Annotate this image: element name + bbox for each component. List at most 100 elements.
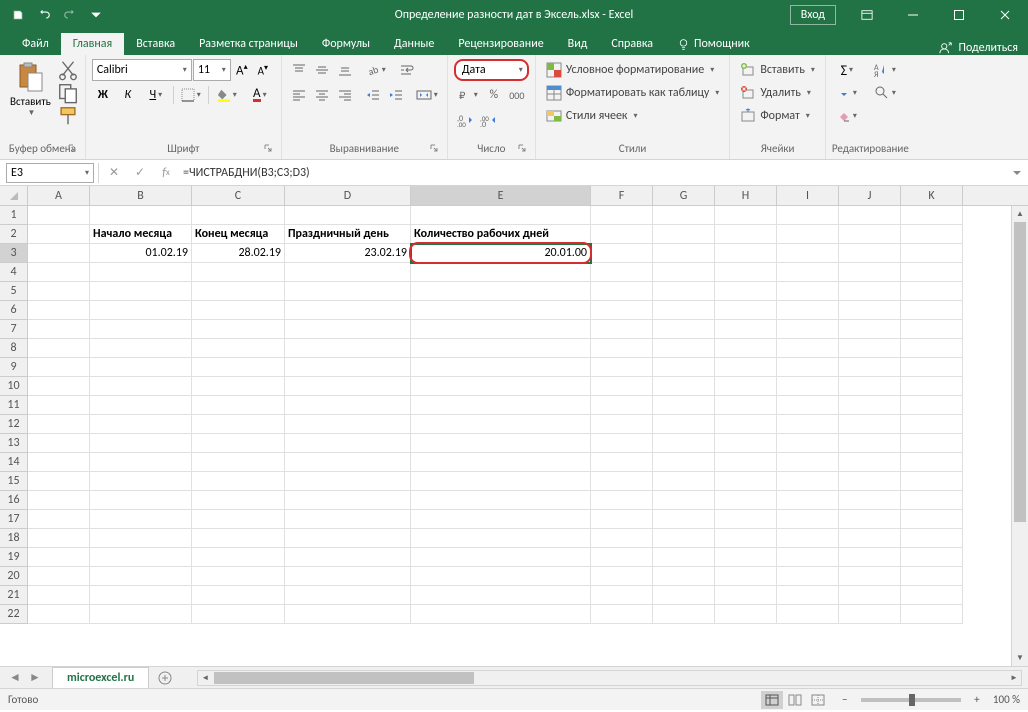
cell[interactable]	[192, 339, 285, 358]
dialog-launcher-icon[interactable]	[515, 141, 529, 155]
cell[interactable]	[591, 320, 653, 339]
row-header[interactable]: 11	[0, 396, 28, 415]
cell[interactable]	[715, 491, 777, 510]
cell[interactable]	[591, 244, 653, 263]
row-header[interactable]: 17	[0, 510, 28, 529]
orientation-icon[interactable]: ab▾	[362, 59, 390, 81]
cell[interactable]	[839, 358, 901, 377]
cell[interactable]	[777, 244, 839, 263]
cell[interactable]	[285, 567, 411, 586]
row-header[interactable]: 22	[0, 605, 28, 624]
cell[interactable]	[192, 396, 285, 415]
cell[interactable]	[715, 472, 777, 491]
cell[interactable]	[285, 206, 411, 225]
cell[interactable]	[285, 586, 411, 605]
cell[interactable]	[653, 206, 715, 225]
cell[interactable]	[28, 339, 90, 358]
scroll-up-icon[interactable]: ▲	[1012, 206, 1028, 222]
cell[interactable]: 23.02.19	[285, 244, 411, 263]
cell[interactable]	[28, 225, 90, 244]
scrollbar-thumb[interactable]	[214, 672, 474, 684]
cell[interactable]	[901, 339, 963, 358]
cell[interactable]	[715, 586, 777, 605]
cell[interactable]	[777, 548, 839, 567]
cell[interactable]	[839, 206, 901, 225]
cell[interactable]	[901, 510, 963, 529]
cell[interactable]	[653, 510, 715, 529]
cell[interactable]	[90, 320, 192, 339]
column-header[interactable]: H	[715, 186, 777, 205]
normal-view-icon[interactable]	[761, 691, 783, 709]
italic-button[interactable]: К	[117, 84, 139, 106]
cell[interactable]	[591, 282, 653, 301]
cell[interactable]: Конец месяца	[192, 225, 285, 244]
cell[interactable]	[777, 377, 839, 396]
cell[interactable]	[777, 510, 839, 529]
tab-home[interactable]: Главная	[61, 33, 124, 55]
cell[interactable]	[777, 339, 839, 358]
cell[interactable]	[28, 396, 90, 415]
zoom-out-icon[interactable]: −	[837, 693, 853, 706]
cell[interactable]	[285, 434, 411, 453]
cell[interactable]	[285, 263, 411, 282]
cell[interactable]	[28, 320, 90, 339]
cell[interactable]	[411, 206, 591, 225]
cell[interactable]	[653, 320, 715, 339]
cell[interactable]	[653, 263, 715, 282]
cell[interactable]	[90, 339, 192, 358]
row-header[interactable]: 10	[0, 377, 28, 396]
cell[interactable]	[901, 377, 963, 396]
row-header[interactable]: 18	[0, 529, 28, 548]
cell[interactable]	[28, 415, 90, 434]
cell[interactable]	[653, 339, 715, 358]
cell[interactable]	[777, 472, 839, 491]
cell[interactable]	[192, 282, 285, 301]
cell[interactable]	[591, 377, 653, 396]
cell[interactable]	[715, 358, 777, 377]
cell[interactable]	[591, 586, 653, 605]
cell[interactable]	[591, 529, 653, 548]
cell[interactable]	[777, 263, 839, 282]
cell[interactable]	[839, 415, 901, 434]
maximize-icon[interactable]	[936, 0, 982, 30]
cell[interactable]	[653, 548, 715, 567]
column-header[interactable]: F	[591, 186, 653, 205]
clear-icon[interactable]: ▾	[832, 105, 862, 127]
cell[interactable]	[411, 396, 591, 415]
column-header[interactable]: D	[285, 186, 411, 205]
cell[interactable]	[28, 548, 90, 567]
cell[interactable]	[411, 263, 591, 282]
cell[interactable]	[411, 605, 591, 624]
cell[interactable]	[192, 472, 285, 491]
cell[interactable]	[90, 396, 192, 415]
cell[interactable]	[591, 358, 653, 377]
cell[interactable]	[285, 377, 411, 396]
cell[interactable]	[192, 567, 285, 586]
cell[interactable]	[653, 529, 715, 548]
fill-color-icon[interactable]: ▾	[212, 84, 242, 106]
tab-file[interactable]: Файл	[10, 33, 61, 55]
cell[interactable]	[715, 567, 777, 586]
cell[interactable]	[90, 605, 192, 624]
cell[interactable]	[285, 510, 411, 529]
cell[interactable]	[285, 415, 411, 434]
align-middle-icon[interactable]	[311, 59, 333, 81]
cell[interactable]	[411, 529, 591, 548]
cell[interactable]	[777, 320, 839, 339]
formula-bar-expand-icon[interactable]	[1006, 168, 1028, 178]
cell[interactable]	[777, 415, 839, 434]
cell[interactable]	[90, 415, 192, 434]
cell[interactable]	[901, 567, 963, 586]
cell[interactable]	[839, 472, 901, 491]
cell[interactable]	[192, 206, 285, 225]
cell[interactable]	[715, 415, 777, 434]
cell[interactable]	[90, 301, 192, 320]
cell[interactable]	[777, 358, 839, 377]
autosum-icon[interactable]: Σ▾	[832, 59, 862, 81]
cell[interactable]	[839, 548, 901, 567]
cell[interactable]	[777, 586, 839, 605]
cell[interactable]	[653, 586, 715, 605]
column-header[interactable]: J	[839, 186, 901, 205]
zoom-slider-thumb[interactable]	[909, 694, 915, 706]
cell[interactable]	[839, 377, 901, 396]
